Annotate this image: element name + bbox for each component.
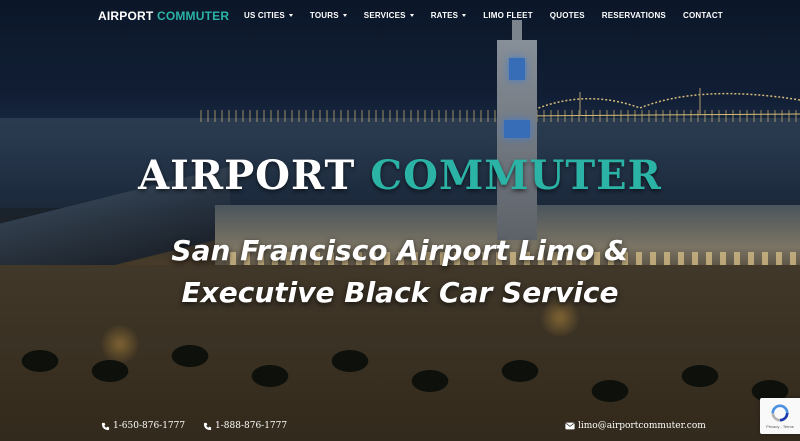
hero-title-word-2: COMMUTER — [370, 152, 662, 199]
nav-item-label: RESERVATIONS — [601, 11, 666, 20]
site-logo[interactable]: AIRPORT COMMUTER — [98, 9, 229, 23]
phone-icon — [203, 422, 212, 430]
nav-item-label: LIMO FLEET — [483, 11, 533, 20]
nav-item-quotes[interactable]: QUOTES — [550, 11, 585, 20]
caret-down-icon — [342, 14, 347, 17]
email-link[interactable]: limo@airportcommuter.com — [565, 421, 706, 431]
nav-item-label: RATES — [430, 11, 459, 20]
phone-link-1[interactable]: 1-650-876-1777 — [101, 421, 185, 431]
nav-item-limo-fleet[interactable]: LIMO FLEET — [483, 11, 533, 20]
nav-item-label: QUOTES — [549, 11, 585, 20]
recaptcha-badge[interactable]: Privacy - Terms — [760, 398, 800, 434]
email-address: limo@airportcommuter.com — [578, 421, 706, 431]
hero-subtitle: San Francisco Airport Limo & Executive B… — [0, 230, 800, 314]
nav-item-rates[interactable]: RATES — [431, 11, 467, 20]
caret-down-icon — [462, 14, 467, 17]
main-menu: US CITIES TOURS SERVICES RATES LIMO FLEE… — [244, 11, 740, 20]
nav-item-reservations[interactable]: RESERVATIONS — [602, 11, 666, 20]
recaptcha-terms: Privacy - Terms — [766, 423, 794, 429]
recaptcha-icon — [771, 403, 789, 422]
nav-item-services[interactable]: SERVICES — [364, 11, 414, 20]
hero-subtitle-line-2: Executive Black Car Service — [181, 276, 619, 309]
phone-number-2: 1-888-876-1777 — [215, 421, 288, 431]
dark-overlay — [0, 0, 800, 441]
hero-background-image — [0, 0, 800, 441]
nav-item-label: CONTACT — [682, 11, 723, 20]
nav-item-tours[interactable]: TOURS — [310, 11, 347, 20]
nav-item-label: US CITIES — [244, 11, 285, 20]
phone-link-2[interactable]: 1-888-876-1777 — [203, 421, 287, 431]
nav-item-label: SERVICES — [363, 11, 406, 20]
caret-down-icon — [288, 14, 293, 17]
hero-subtitle-line-1: San Francisco Airport Limo & — [171, 234, 629, 267]
nav-item-us-cities[interactable]: US CITIES — [244, 11, 293, 20]
phone-number-1: 1-650-876-1777 — [113, 421, 186, 431]
envelope-icon — [565, 422, 575, 430]
nav-item-label: TOURS — [309, 11, 339, 20]
caret-down-icon — [409, 14, 414, 17]
hero-title: AIRPORT COMMUTER — [0, 152, 800, 199]
logo-word-2: COMMUTER — [156, 9, 230, 23]
hero-title-word-1: AIRPORT — [138, 152, 356, 199]
top-navigation: AIRPORT COMMUTER US CITIES TOURS SERVICE… — [0, 0, 800, 32]
nav-item-contact[interactable]: CONTACT — [683, 11, 723, 20]
phone-icon — [101, 422, 110, 430]
logo-word-1: AIRPORT — [98, 9, 154, 23]
